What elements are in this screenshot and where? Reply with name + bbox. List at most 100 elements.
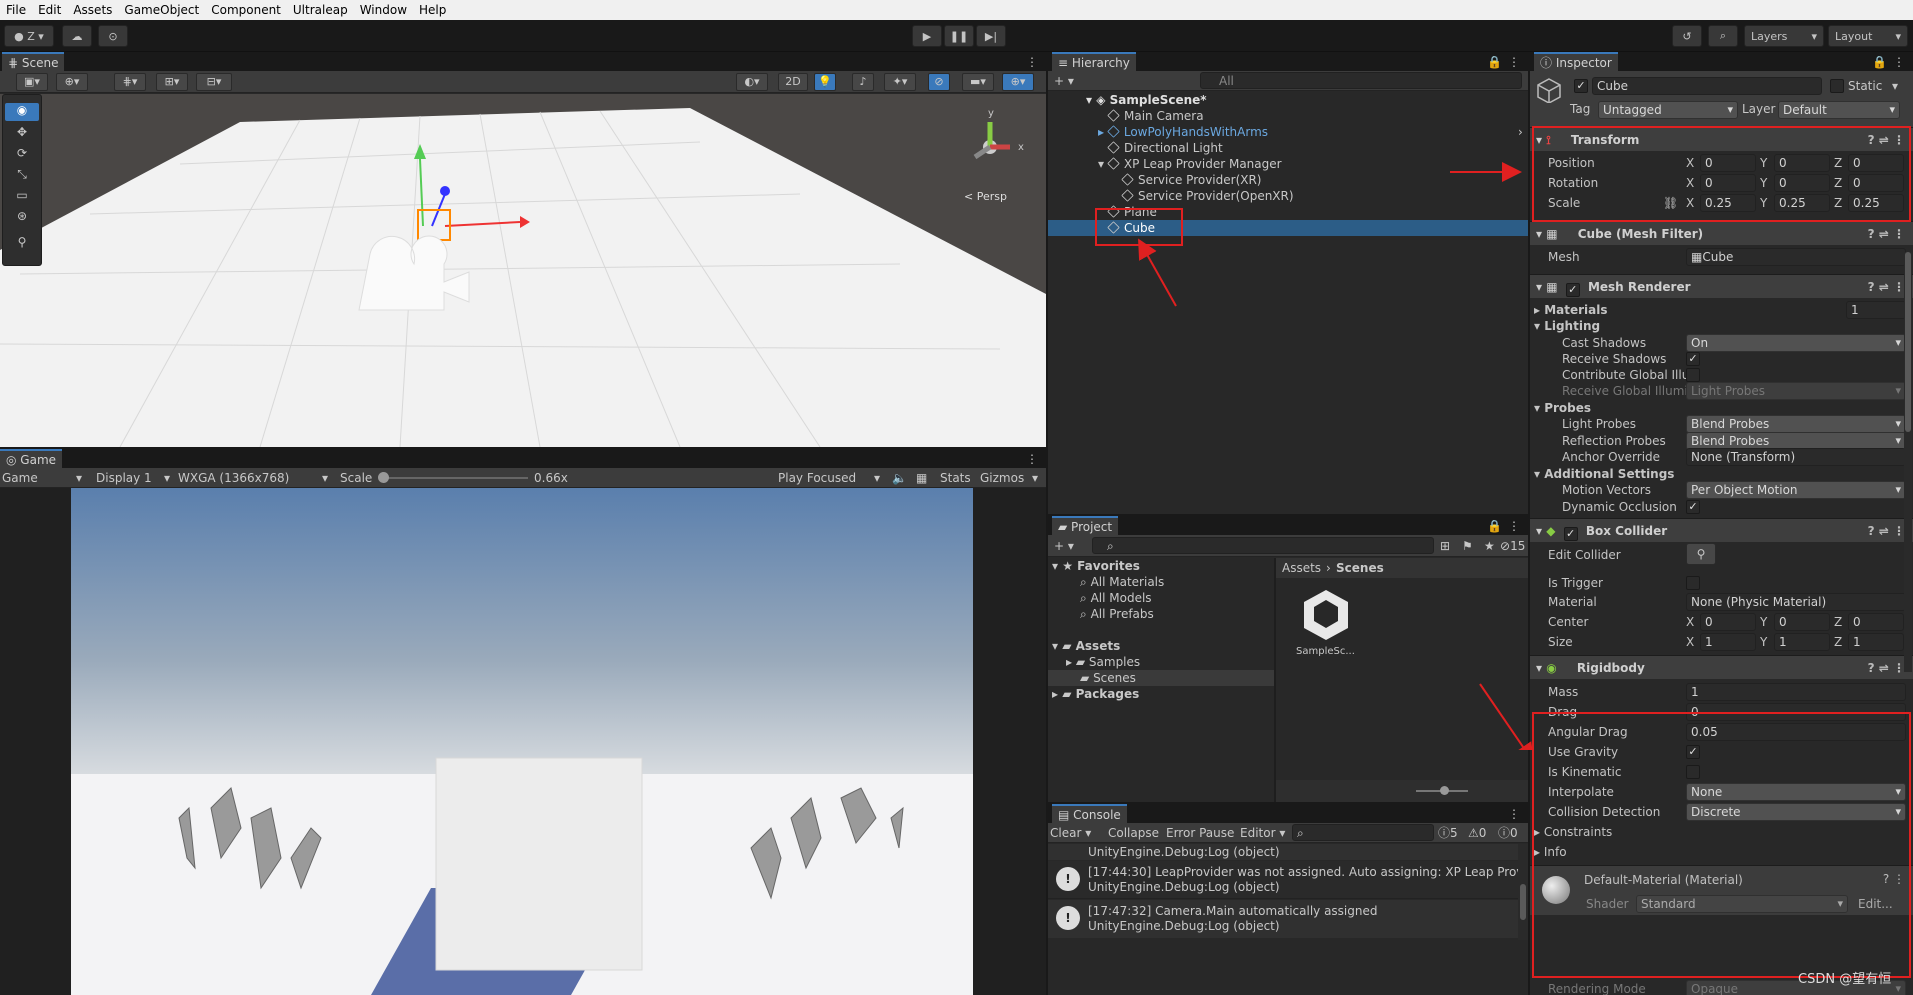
edit-collider-button[interactable]: ⚲ — [1686, 543, 1716, 565]
cloud-icon[interactable]: ☁ — [62, 25, 92, 47]
project-search-input[interactable]: ⌕ — [1092, 537, 1434, 554]
breadcrumb-scenes[interactable]: Scenes — [1336, 560, 1384, 576]
hierarchy-item-lowpolyhands[interactable]: ▸ LowPolyHandsWithArms — [1098, 124, 1528, 140]
component-options-icons[interactable]: ? ⇌ ⋮ — [1868, 519, 1905, 543]
search-icon[interactable]: ⌕ — [1708, 25, 1738, 47]
constrain-proportions-icon[interactable]: ⛓ — [1663, 194, 1678, 212]
console-entry[interactable]: UnityEngine.Debug:Log (object) — [1048, 844, 1518, 860]
gizmos-dropdown[interactable]: Gizmos ▾ — [980, 470, 1042, 486]
rotate-tool-icon[interactable]: ⟳ — [5, 146, 39, 164]
rect-tool-icon[interactable]: ▭ — [5, 188, 39, 206]
lighting-foldout[interactable]: ▾ Lighting — [1534, 317, 1600, 335]
move-tool-icon[interactable]: ✥ — [5, 125, 39, 143]
constraints-foldout[interactable]: ▸ Constraints — [1534, 823, 1612, 841]
menu-window[interactable]: Window — [354, 0, 413, 20]
hierarchy-item-leap-provider-manager[interactable]: ▾ XP Leap Provider Manager — [1098, 156, 1528, 172]
asset-samplescene[interactable]: SampleSc... — [1296, 586, 1356, 664]
is-kinematic-checkbox[interactable] — [1686, 765, 1700, 779]
tree-packages[interactable]: ▸ ▰ Packages — [1052, 686, 1274, 702]
gizmos-icon[interactable]: ⊕▾ — [1002, 73, 1034, 91]
console-scrollbar[interactable] — [1518, 844, 1528, 940]
hierarchy-item-directional-light[interactable]: Directional Light — [1107, 140, 1528, 156]
anchor-override-field[interactable]: None (Transform) — [1686, 448, 1906, 466]
layer-dropdown[interactable]: Default — [1778, 101, 1900, 119]
hierarchy-item-main-camera[interactable]: Main Camera — [1107, 108, 1528, 124]
is-trigger-checkbox[interactable] — [1686, 576, 1700, 590]
favorite-star-icon[interactable]: ★ — [1484, 538, 1495, 554]
position-y-field[interactable]: 0 — [1774, 154, 1830, 172]
tab-game[interactable]: ◎ Game — [0, 449, 63, 468]
rotation-y-field[interactable]: 0 — [1774, 174, 1830, 192]
hierarchy-search-input[interactable]: All — [1200, 72, 1522, 89]
position-z-field[interactable]: 0 — [1848, 154, 1904, 172]
lock-icon[interactable]: 🔒 — [1872, 54, 1887, 70]
menu-file[interactable]: File — [0, 0, 32, 20]
shader-edit-button[interactable]: Edit... — [1858, 896, 1893, 912]
static-dropdown-icon[interactable]: ▾ — [1892, 78, 1898, 94]
step-button[interactable]: ▶| — [976, 25, 1006, 47]
lighting-icon[interactable]: 💡 — [814, 73, 836, 91]
tree-all-models[interactable]: ⌕ All Models — [1080, 590, 1274, 606]
error-count-toggle[interactable]: ⓘ0 — [1498, 825, 1518, 841]
contribute-gi-checkbox[interactable] — [1686, 368, 1700, 382]
hierarchy-item-plane[interactable]: Plane — [1107, 204, 1528, 220]
box-collider-enabled-checkbox[interactable]: ✓ — [1563, 527, 1578, 541]
account-dropdown[interactable]: ● Z ▾ — [4, 25, 54, 47]
rotation-x-field[interactable]: 0 — [1700, 174, 1756, 192]
stats-button[interactable]: Stats — [940, 470, 971, 486]
create-add-button[interactable]: + ▾ — [1054, 538, 1074, 554]
keyboard-icon[interactable]: ▦ — [916, 470, 927, 486]
tab-hierarchy[interactable]: ≡ Hierarchy — [1052, 52, 1136, 71]
menu-help[interactable]: Help — [413, 0, 452, 20]
tree-scenes[interactable]: ▰ Scenes — [1048, 670, 1274, 686]
menu-assets[interactable]: Assets — [67, 0, 118, 20]
scale-y-field[interactable]: 0.25 — [1774, 194, 1830, 212]
collapse-button[interactable]: Collapse — [1108, 825, 1159, 841]
grid-snap-icon[interactable]: ⊞▾ — [156, 73, 188, 91]
lock-icon[interactable]: 🔒 — [1487, 54, 1502, 70]
hidden-objects-icon[interactable]: ⊘ — [928, 73, 950, 91]
box-collider-header[interactable]: ▾ ◆ ✓ Box Collider ? ⇌ ⋮ — [1530, 518, 1913, 542]
filter-type-icon[interactable]: ⊞ — [1440, 538, 1450, 554]
menu-gameobject[interactable]: GameObject — [118, 0, 205, 20]
static-checkbox[interactable] — [1830, 79, 1844, 93]
hierarchy-item-service-provider-openxr[interactable]: Service Provider(OpenXR) — [1121, 188, 1528, 204]
persp-label[interactable]: < Persp — [964, 189, 1007, 205]
component-options-icons[interactable]: ? ⇌ ⋮ — [1868, 222, 1905, 246]
console-search-input[interactable]: ⌕ — [1292, 824, 1434, 841]
inspector-scrollbar[interactable] — [1904, 252, 1912, 672]
log-count-toggle[interactable]: ⓘ5 — [1438, 825, 1458, 841]
snap-icon[interactable]: ⋕▾ — [114, 73, 146, 91]
layers-dropdown[interactable]: Layers ▾ — [1744, 25, 1824, 47]
audio-icon[interactable]: ♪ — [852, 73, 874, 91]
increment-snap-icon[interactable]: ⊟▾ — [196, 73, 232, 91]
panel-menu-icon[interactable]: ⋮ — [1026, 54, 1038, 70]
panel-menu-icon[interactable]: ⋮ — [1508, 54, 1520, 70]
tree-favorites[interactable]: ▾ ★ Favorites — [1052, 558, 1274, 574]
mesh-renderer-header[interactable]: ▾ ▦ ✓ Mesh Renderer ? ⇌ ⋮ — [1530, 274, 1913, 298]
scale-z-field[interactable]: 0.25 — [1848, 194, 1904, 212]
scene-root-item[interactable]: ▾ ◈ SampleScene* — [1086, 92, 1528, 108]
game-view-dropdown[interactable]: Game ▾ — [2, 470, 86, 486]
menu-edit[interactable]: Edit — [32, 0, 67, 20]
mesh-field[interactable]: ▦Cube — [1686, 248, 1906, 266]
error-pause-button[interactable]: Error Pause — [1166, 825, 1234, 841]
tag-dropdown[interactable]: Untagged — [1598, 101, 1738, 119]
effects-icon[interactable]: ✦▾ — [884, 73, 916, 91]
component-options-icons[interactable]: ? ⇌ ⋮ — [1868, 275, 1905, 299]
panel-menu-icon[interactable]: ⋮ — [1508, 518, 1520, 534]
scene-viewport[interactable]: y x < Persp ◉ ✥ ⟳ ⤡ ▭ ⊛ ⚲ — [0, 94, 1046, 447]
info-foldout[interactable]: ▸ Info — [1534, 843, 1567, 861]
panel-menu-icon[interactable]: ⋮ — [1893, 54, 1905, 70]
scale-x-field[interactable]: 0.25 — [1700, 194, 1756, 212]
interpolate-dropdown[interactable]: None — [1686, 783, 1906, 801]
create-add-button[interactable]: + ▾ — [1054, 73, 1074, 89]
tree-assets[interactable]: ▾ ▰ Assets — [1052, 638, 1274, 654]
materials-count-field[interactable]: 1 — [1846, 301, 1906, 319]
angular-drag-field[interactable]: 0.05 — [1686, 723, 1906, 741]
pause-button[interactable]: ❚❚ — [944, 25, 974, 47]
motion-vectors-dropdown[interactable]: Per Object Motion — [1686, 481, 1906, 499]
scale-tool-icon[interactable]: ⤡ — [5, 167, 39, 185]
hierarchy-item-cube-selected[interactable]: Cube — [1048, 220, 1528, 236]
mesh-renderer-enabled-checkbox[interactable]: ✓ — [1565, 283, 1580, 297]
